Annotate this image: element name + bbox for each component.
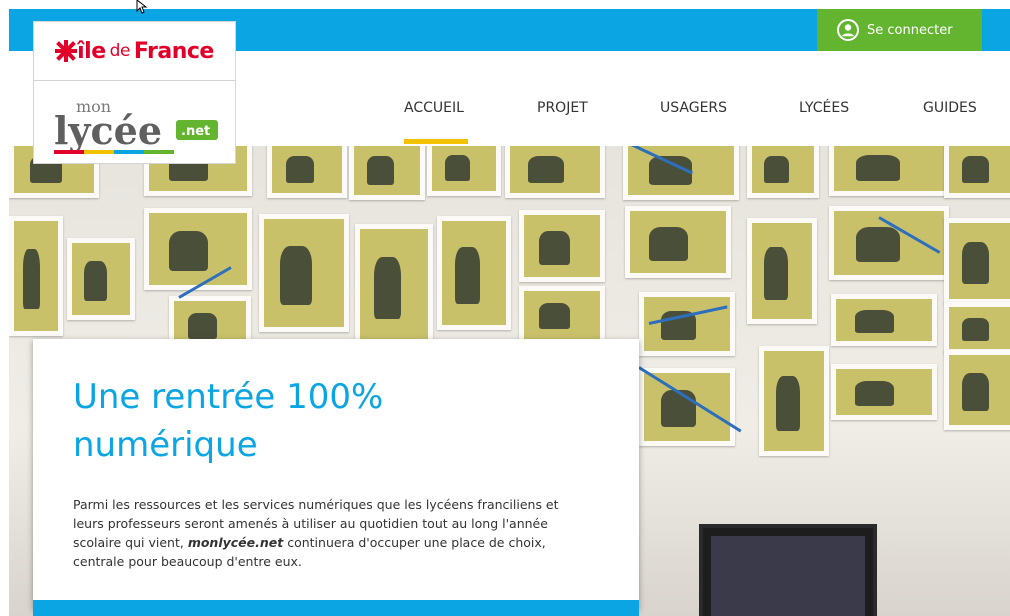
brand-ile: île — [77, 38, 106, 64]
hero-title-line1: Une rentrée 100% — [73, 377, 384, 417]
hero-text-brand: monlycée.net — [187, 535, 284, 550]
hero-photo — [144, 208, 252, 290]
login-button[interactable]: Se connecter — [817, 9, 982, 51]
monlycee-logo[interactable]: mon lycée .net — [50, 92, 230, 156]
user-icon — [837, 19, 859, 41]
hero-photo — [349, 146, 425, 200]
brand-france: France — [133, 38, 214, 64]
hero-photo — [519, 286, 605, 344]
hero-photo — [944, 302, 1010, 354]
logo-stripe-blue — [114, 150, 144, 154]
brand-de: de — [109, 41, 131, 61]
hero-photo — [747, 146, 819, 198]
hero-photo — [944, 350, 1010, 430]
star-icon — [55, 40, 78, 62]
nav-item-usagers[interactable]: USAGERS — [660, 100, 727, 116]
nav-item-accueil[interactable]: ACCUEIL — [404, 100, 464, 116]
hero-photo — [829, 146, 949, 196]
hero-photo — [747, 218, 817, 324]
hero-photo — [355, 224, 433, 346]
login-label: Se connecter — [867, 22, 953, 38]
hero-photo — [267, 146, 347, 198]
hero-photo — [639, 368, 735, 446]
logo-stripe-green — [144, 150, 174, 154]
hero-title-line2: numérique — [73, 425, 258, 465]
hero-photo — [944, 146, 1010, 198]
monitor-screen — [711, 536, 865, 616]
ile-de-france-wordmark: île de France — [77, 39, 214, 64]
logo-stripe-red — [54, 150, 84, 154]
nav-item-projet[interactable]: PROJET — [537, 100, 588, 116]
hero-photo — [9, 216, 63, 336]
hero-photo — [505, 146, 605, 198]
hero-photo — [759, 346, 829, 456]
hero-photo — [437, 216, 511, 330]
nav-active-indicator — [404, 139, 468, 144]
hero-photo — [623, 146, 739, 200]
hero-photo — [831, 364, 937, 420]
hero-photo — [831, 294, 937, 346]
hero-photo — [829, 206, 949, 280]
nav-item-guides[interactable]: GUIDES — [923, 100, 977, 116]
brand-lycee: lycée — [54, 108, 162, 153]
hero-card-accent — [33, 600, 639, 616]
mouse-cursor-icon — [136, 0, 148, 14]
hero-card: Une rentrée 100% numérique Parmi les res… — [33, 339, 639, 609]
hero-photo — [944, 218, 1010, 304]
hero-photo — [625, 206, 731, 278]
monitor-image — [699, 524, 877, 616]
ile-de-france-logo[interactable]: île de France — [34, 22, 235, 81]
hero-photo — [427, 146, 501, 196]
hero-photo — [67, 238, 135, 320]
hero-description: Parmi les ressources et les services num… — [73, 495, 593, 571]
brand-net: .net — [181, 124, 210, 139]
nav-item-lycees[interactable]: LYCÉES — [799, 100, 849, 116]
logo-stripe-yellow — [84, 150, 114, 154]
hero-photo — [259, 214, 349, 332]
logo-box[interactable]: île de France mon lycée .net — [33, 21, 236, 164]
hero-photo — [519, 210, 605, 282]
hero-title[interactable]: Une rentrée 100% numérique — [73, 373, 593, 469]
